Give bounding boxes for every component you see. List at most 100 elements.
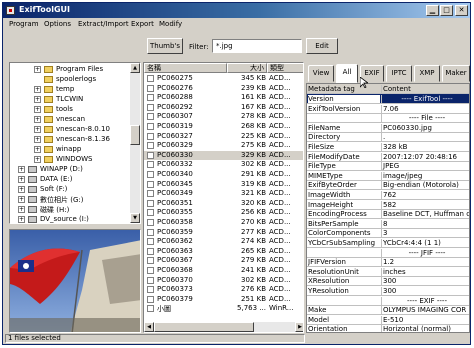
expand-toggle-icon[interactable]: + [34,156,41,163]
file-row[interactable]: PC060367 279 KB ACD... [144,256,303,265]
scroll-right-icon[interactable]: ▶ [295,322,303,332]
expand-toggle-icon[interactable]: + [34,96,41,103]
folder-tree[interactable]: + Program Files spoolerlogs + temp + TLCWIN + to… [9,62,141,224]
metadata-row[interactable]: EncodingProcess Baseline DCT, Huffman c [307,209,469,220]
metadata-section-row[interactable]: Version ---- ExifTool ---- [307,94,469,104]
file-list[interactable]: 名稱 大小 類型 PC060275 345 KB ACD... PC060276 239 KB… [143,62,304,333]
metadata-row[interactable]: BitsPerSample 8 [307,219,469,229]
metadata-row[interactable]: ImageWidth 762 [307,190,469,200]
file-row[interactable]: PC060288 161 KB ACD... [144,93,303,102]
metadata-section-row[interactable]: ---- JFIF ---- [307,248,469,258]
metadata-row[interactable]: Orientation Horizontal (normal) [307,324,469,332]
metadata-row[interactable]: ImageHeight 582 [307,200,469,210]
file-row[interactable]: PC060307 278 KB ACD... [144,112,303,121]
file-row[interactable]: PC060345 319 KB ACD... [144,180,303,189]
file-row[interactable]: PC060349 321 KB ACD... [144,189,303,198]
expand-toggle-icon[interactable]: + [34,146,41,153]
expand-toggle-icon[interactable]: + [34,126,41,133]
file-row[interactable]: PC060292 167 KB ACD... [144,103,303,112]
expand-toggle-icon[interactable]: + [34,116,41,123]
scroll-down-icon[interactable]: ▼ [130,213,140,223]
metadata-row[interactable]: FileName PC060330.jpg [307,123,469,133]
file-row[interactable]: PC060373 276 KB ACD... [144,285,303,294]
file-row[interactable]: PC060327 225 KB ACD... [144,132,303,141]
expand-toggle-icon[interactable]: + [18,216,25,223]
metadata-row[interactable]: Model E-510 [307,315,469,325]
file-row[interactable]: PC060379 251 KB ACD... [144,295,303,304]
file-list-hscrollbar[interactable]: ◀ ▶ [144,322,303,332]
metadata-row[interactable]: ResolutionUnit inches [307,267,469,277]
menu-modify[interactable]: Modify [159,20,182,28]
metadata-row[interactable]: FileType JPEG [307,161,469,172]
tab-all[interactable]: All [336,64,358,83]
file-row[interactable]: PC060319 268 KB ACD... [144,122,303,131]
menu-export[interactable]: Export [131,20,154,28]
content-header[interactable]: Content [381,85,469,93]
file-row[interactable]: PC060368 241 KB ACD... [144,266,303,275]
file-row[interactable]: 小圖 5,763 ... WinR... [144,304,303,313]
tab-maker[interactable]: Maker [442,65,470,82]
file-row[interactable]: PC060359 277 KB ACD... [144,228,303,237]
tree-scrollbar[interactable]: ▲ ▼ [130,63,140,223]
close-button[interactable]: ✕ [455,5,468,16]
metadata-row[interactable]: JFIFVersion 1.2 [307,257,469,268]
file-row[interactable]: PC060362 274 KB ACD... [144,237,303,246]
file-row[interactable]: PC060276 239 KB ACD... [144,84,303,93]
metadata-row[interactable]: Make OLYMPUS IMAGING COR [307,305,469,316]
expand-toggle-icon[interactable]: + [18,196,25,203]
file-row[interactable]: PC060363 265 KB ACD... [144,247,303,256]
expand-toggle-icon[interactable]: + [34,86,41,93]
expand-toggle-icon[interactable]: + [18,176,25,183]
metadata-row[interactable]: FileSize 328 kB [307,142,469,152]
expand-toggle-icon[interactable]: + [34,106,41,113]
metadata-row[interactable]: ExifByteOrder Big-endian (Motorola) [307,180,469,191]
metadata-tag: FileSize [308,143,335,151]
file-row[interactable]: PC060370 302 KB ACD... [144,276,303,285]
file-row[interactable]: PC060332 302 KB ACD... [144,160,303,169]
expand-toggle-icon[interactable]: + [34,66,41,73]
metadata-row[interactable]: YResolution 300 [307,286,469,296]
app-icon[interactable] [6,6,15,15]
expand-toggle-icon[interactable]: + [18,166,25,173]
metadata-row[interactable]: MIMEType image/jpeg [307,171,469,181]
file-row[interactable]: PC060329 275 KB ACD... [144,141,303,150]
menu-extract-import[interactable]: Extract/Import [78,20,129,28]
scroll-thumb[interactable] [154,322,254,332]
scroll-thumb[interactable] [130,125,140,145]
metadata-row[interactable]: YCbCrSubSampling YCbCr4:4:4 (1 1) [307,238,469,248]
menu-program[interactable]: Program [9,20,39,28]
metadata-section-row[interactable]: ---- EXIF ---- [307,296,469,306]
file-row[interactable]: PC060340 291 KB ACD... [144,170,303,179]
tab-xmp[interactable]: XMP [414,65,440,82]
column-header[interactable]: 大小 [227,63,267,73]
metadata-tag-header[interactable]: Metadata tag [308,85,380,93]
metadata-row[interactable]: Directory. [307,132,469,143]
menu-options[interactable]: Options [44,20,71,28]
metadata-row[interactable]: ColorComponents 3 [307,228,469,239]
thumbs-button[interactable]: Thumb's [147,38,183,54]
tab-view[interactable]: View [308,65,334,82]
metadata-table[interactable]: Metadata tag Content Version ---- ExifTool … [306,83,470,333]
column-header[interactable]: 名稱 [144,63,227,73]
minimize-button[interactable]: ▁ [426,5,439,16]
file-row[interactable]: PC060275 345 KB ACD... [144,74,303,83]
maximize-button[interactable]: □ [440,5,453,16]
metadata-row[interactable]: XResolution 300 [307,276,469,287]
metadata-row[interactable]: ExifToolVersion 7.06 [307,104,469,114]
expand-toggle-icon[interactable]: + [34,136,41,143]
expand-toggle-icon[interactable]: + [18,206,25,213]
file-row[interactable]: PC060351 320 KB ACD... [144,199,303,208]
metadata-section-row[interactable]: ---- File ---- [307,113,469,124]
file-row[interactable]: PC060330 329 KB ACD... [144,150,303,160]
file-row[interactable]: PC060358 270 KB ACD... [144,218,303,227]
edit-button[interactable]: Edit [306,38,338,54]
file-row[interactable]: PC060355 256 KB ACD... [144,208,303,217]
title-bar[interactable]: ExifToolGUI ▁ □ ✕ [3,3,470,18]
scroll-left-icon[interactable]: ◀ [144,322,154,332]
filter-input[interactable]: *.jpg [212,39,302,53]
metadata-row[interactable]: FileModifyDate 2007:12:07 20:48:16 [307,152,469,162]
scroll-up-icon[interactable]: ▲ [130,63,140,73]
expand-toggle-icon[interactable]: + [18,186,25,193]
tab-iptc[interactable]: IPTC [386,65,412,82]
column-header[interactable]: 類型 [267,63,303,73]
